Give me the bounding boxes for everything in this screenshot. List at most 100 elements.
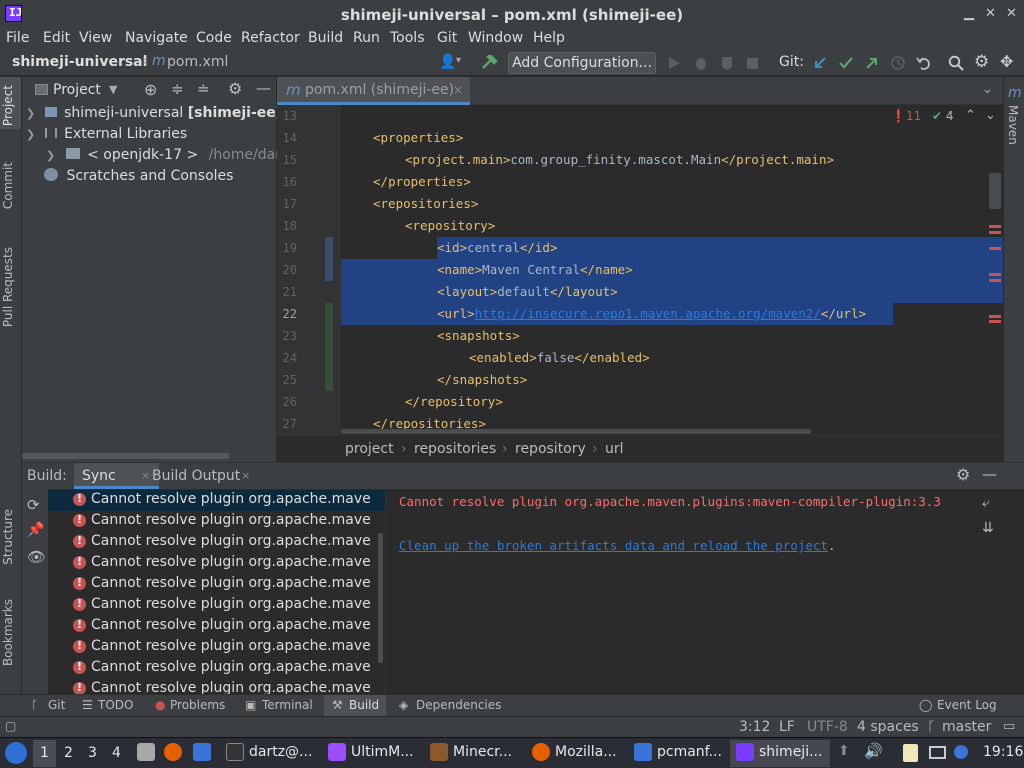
soft-wrap-icon[interactable]: ⤶ (982, 495, 990, 511)
code-line[interactable]: <url>http://insecure.repo1.maven.apache.… (437, 303, 866, 325)
tool-tab-commit[interactable]: Commit (1, 162, 15, 209)
breadcrumb-url[interactable]: url (605, 441, 624, 457)
tool-tab-bookmarks[interactable]: Bookmarks (1, 599, 15, 666)
expand-all-icon[interactable]: ≑ (171, 80, 184, 98)
rollback-icon[interactable] (916, 55, 932, 71)
event-log-button[interactable]: Event Log (937, 698, 997, 712)
warning-indicator[interactable]: ✔ 4 (932, 109, 954, 123)
menu-build[interactable]: Build (308, 30, 343, 46)
coverage-icon[interactable] (720, 55, 734, 71)
menu-refactor[interactable]: Refactor (241, 30, 300, 46)
firefox-launcher-icon[interactable] (164, 743, 182, 761)
code-line[interactable]: <layout>default</layout> (437, 281, 618, 303)
close-tab-icon[interactable]: × (141, 469, 150, 482)
restore-icon[interactable]: ✕ (985, 6, 996, 21)
caret-position[interactable]: 3:12 (739, 719, 770, 735)
build-error-row[interactable]: Cannot resolve plugin org.apache.mave (48, 595, 385, 616)
code-line[interactable]: <id>central</id> (437, 237, 557, 259)
menu-file[interactable]: File (6, 30, 29, 46)
ide-features-icon[interactable]: ✥ (1000, 52, 1013, 71)
chevron-down-icon[interactable]: ▾ (456, 55, 461, 66)
file-manager-launcher-icon[interactable] (137, 743, 155, 761)
bottom-tab-todo[interactable]: TODO (98, 698, 133, 712)
debug-icon[interactable] (694, 55, 708, 71)
git-update-icon[interactable] (812, 55, 828, 71)
build-error-row[interactable]: Cannot resolve plugin org.apache.mave (48, 616, 385, 637)
menu-edit[interactable]: Edit (43, 30, 70, 46)
bottom-tab-problems[interactable]: Problems (170, 698, 225, 712)
run-icon[interactable] (668, 56, 681, 70)
git-push-icon[interactable] (864, 55, 880, 71)
menu-view[interactable]: View (79, 30, 112, 46)
tool-tab-structure[interactable]: Structure (1, 509, 15, 565)
vertical-scrollbar[interactable] (378, 533, 383, 663)
menu-help[interactable]: Help (533, 30, 565, 46)
vertical-scrollbar[interactable] (989, 173, 1001, 209)
build-error-row[interactable]: Cannot resolve plugin org.apache.mave (48, 511, 385, 532)
stop-icon[interactable] (747, 58, 758, 69)
user-icon[interactable]: 👤 (439, 54, 456, 70)
settings-gear-icon[interactable]: ⚙ (228, 79, 242, 98)
volume-icon[interactable]: 🔊 (864, 742, 883, 760)
error-indicator[interactable]: ❗11 (891, 109, 921, 123)
horizontal-scrollbar[interactable] (341, 429, 811, 434)
code-line[interactable]: </properties> (373, 171, 471, 193)
project-panel-title[interactable]: Project (53, 82, 101, 98)
menu-window[interactable]: Window (468, 30, 523, 46)
tool-tab-project[interactable]: Project (1, 85, 15, 126)
breadcrumb-project[interactable]: project (345, 441, 394, 457)
collapse-all-icon[interactable]: ≐ (197, 80, 210, 98)
build-error-row[interactable]: Cannot resolve plugin org.apache.mave (48, 490, 385, 511)
pin-icon[interactable]: 📌 (27, 522, 44, 538)
search-icon[interactable] (948, 55, 964, 71)
build-error-row[interactable]: Cannot resolve plugin org.apache.mave (48, 679, 385, 695)
code-line[interactable]: </repository> (405, 391, 503, 413)
build-error-row[interactable]: Cannot resolve plugin org.apache.mave (48, 637, 385, 658)
bottom-tab-git[interactable]: Git (48, 698, 65, 712)
start-menu-icon[interactable] (5, 742, 27, 764)
breadcrumb-project[interactable]: shimeji-universal (12, 54, 147, 70)
settings-gear-icon[interactable]: ⚙ (956, 465, 970, 484)
panel-toggle-icon[interactable]: ▢ (5, 719, 16, 733)
build-error-row[interactable]: Cannot resolve plugin org.apache.mave (48, 532, 385, 553)
tree-item-scratches[interactable]: Scratches and Consoles (44, 168, 233, 188)
desktop-4[interactable]: 4 (112, 745, 121, 761)
menu-navigate[interactable]: Navigate (125, 30, 188, 46)
desktop-3[interactable]: 3 (88, 745, 97, 761)
breadcrumb-repositories[interactable]: repositories (414, 441, 496, 457)
hammer-icon[interactable] (480, 55, 498, 71)
tab-sync[interactable]: Sync × (74, 463, 159, 489)
desktop-2[interactable]: 2 (64, 745, 73, 761)
close-icon[interactable]: ✕ (1006, 6, 1017, 21)
add-configuration-button[interactable]: Add Configuration... (508, 52, 656, 74)
info-icon[interactable] (954, 745, 968, 759)
chevron-up-icon[interactable]: ⌃ (965, 108, 976, 123)
code-line[interactable]: <properties> (373, 127, 463, 149)
taskbar-window-terminal[interactable]: dartz@... (249, 744, 312, 760)
taskbar-window-mozilla[interactable]: Mozilla... (555, 744, 617, 760)
reload-project-link[interactable]: Clean up the broken artifacts data and r… (399, 538, 828, 553)
chevron-down-icon[interactable]: ⌄ (982, 82, 993, 97)
minimize-icon[interactable]: ▁ (964, 6, 974, 21)
close-tab-icon[interactable]: × (453, 83, 463, 97)
scroll-to-end-icon[interactable]: ⇊ (982, 520, 994, 536)
tool-tab-maven[interactable]: Maven (1006, 105, 1020, 145)
code-line[interactable]: <repositories> (373, 193, 478, 215)
code-line[interactable]: <project.main>com.group_finity.mascot.Ma… (405, 149, 834, 171)
desktop-launcher-icon[interactable] (193, 743, 211, 761)
hide-panel-icon[interactable]: — (982, 465, 997, 483)
line-separator[interactable]: LF (779, 719, 795, 735)
editor-tab-pom-xml[interactable]: m pom.xml (shimeji-ee) × (277, 77, 470, 105)
menu-run[interactable]: Run (353, 30, 380, 46)
menu-code[interactable]: Code (196, 30, 232, 46)
file-encoding[interactable]: UTF-8 (807, 719, 848, 735)
build-error-row[interactable]: Cannot resolve plugin org.apache.mave (48, 574, 385, 595)
tool-tab-pull-requests[interactable]: Pull Requests (1, 247, 15, 327)
taskbar-window-pcmanfm[interactable]: pcmanf... (657, 744, 722, 760)
tree-item-external-libraries[interactable]: ❯ External Libraries (26, 126, 187, 146)
breadcrumb-file[interactable]: pom.xml (167, 54, 228, 70)
code-line[interactable]: <repository> (405, 215, 495, 237)
bottom-tab-dependencies[interactable]: Dependencies (416, 698, 501, 712)
reload-icon[interactable]: ⟳ (27, 496, 40, 514)
bottom-tab-terminal[interactable]: Terminal (262, 698, 313, 712)
